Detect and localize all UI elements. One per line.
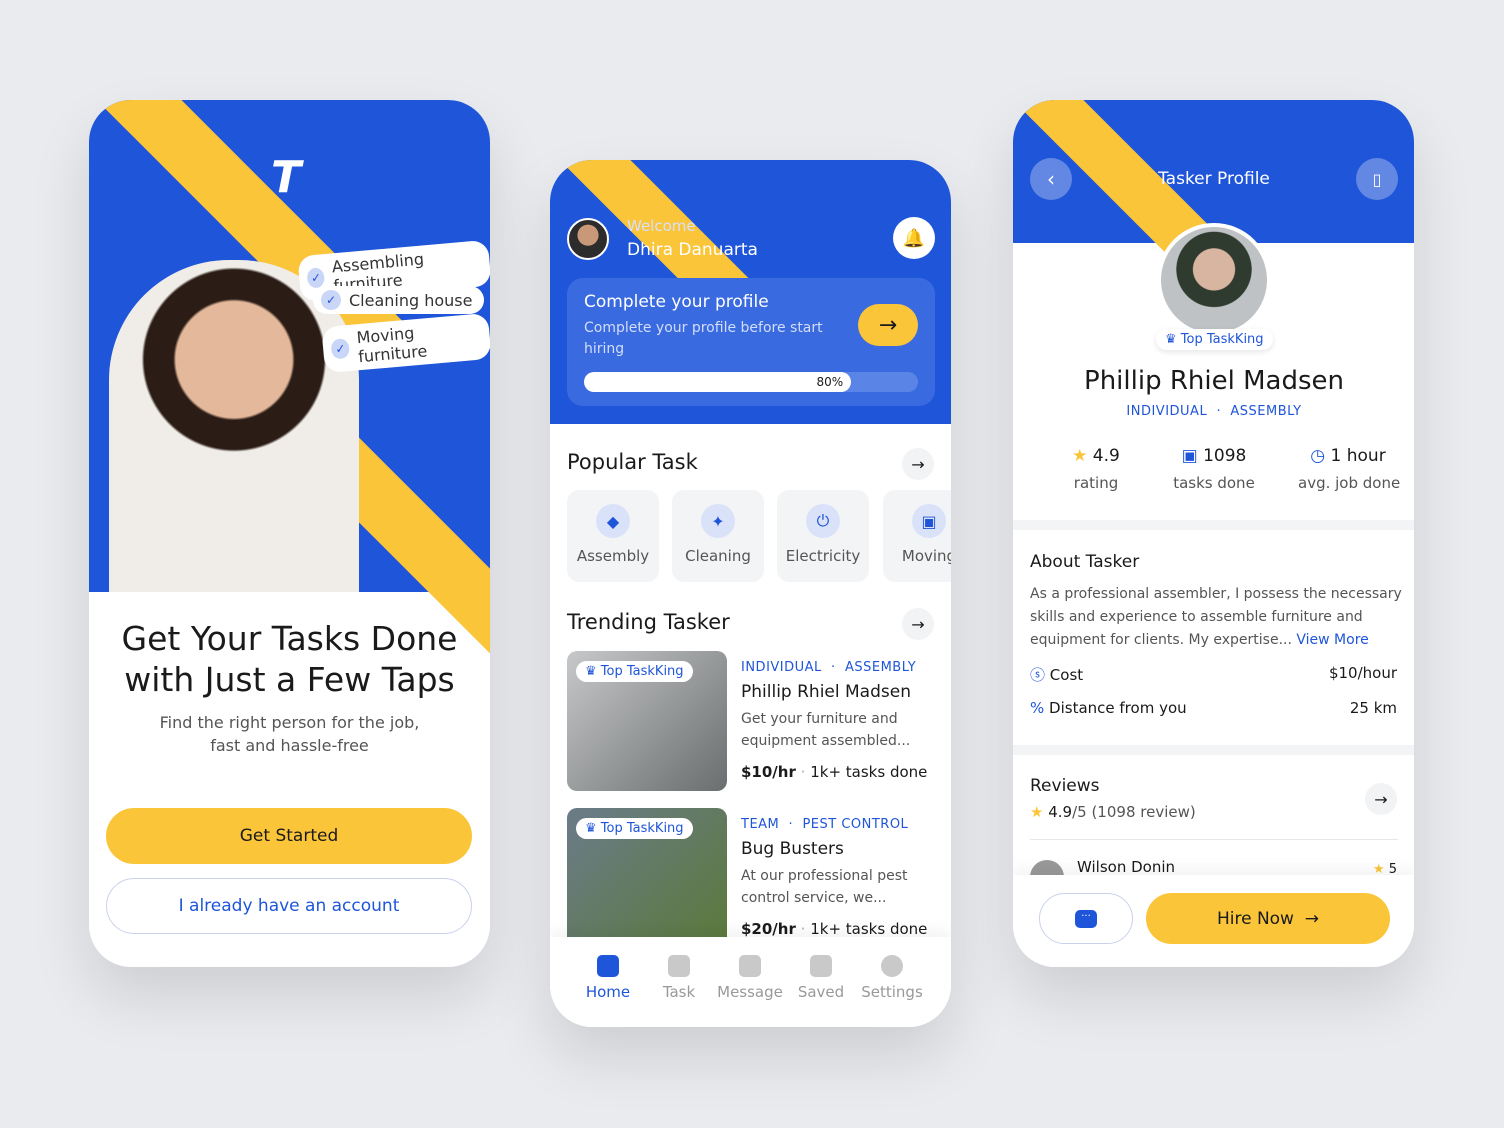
- chat-icon: [739, 955, 761, 977]
- nav-settings[interactable]: Settings: [857, 955, 927, 1001]
- progress-bar: 80%: [584, 372, 918, 392]
- category-assembly[interactable]: ◆ Assembly: [567, 490, 659, 582]
- card-title: Complete your profile: [584, 292, 769, 312]
- dollar-icon: ⓢ: [1030, 666, 1046, 684]
- already-have-account-button[interactable]: I already have an account: [106, 878, 472, 934]
- top-taskking-badge: ♛ Top TaskKing: [576, 661, 693, 682]
- about-text: As a professional assembler, I possess t…: [1030, 586, 1402, 648]
- view-more-link[interactable]: View More: [1296, 632, 1368, 648]
- tasker-name: Bug Busters: [741, 839, 844, 859]
- check-icon: ✓: [306, 267, 326, 289]
- gear-icon: [881, 955, 903, 977]
- bookmark-icon[interactable]: ▯: [1356, 158, 1398, 200]
- popular-task-title: Popular Task: [567, 450, 698, 474]
- user-name: Dhira Danuarta: [627, 240, 758, 260]
- category-moving[interactable]: ▣ Moving: [883, 490, 951, 582]
- tasker-profile-screen: ‹ Tasker Profile ▯ ♛ Top TaskKing Philli…: [1013, 100, 1414, 967]
- bookmark-icon: [810, 955, 832, 977]
- tasker-name: Phillip Rhiel Madsen: [741, 682, 911, 702]
- message-button[interactable]: ···: [1039, 893, 1133, 944]
- reviews-title: Reviews: [1030, 776, 1100, 796]
- avatar[interactable]: [567, 218, 609, 260]
- complete-profile-card[interactable]: Complete your profile Complete your prof…: [567, 278, 935, 406]
- trending-tasker-title: Trending Tasker: [567, 610, 730, 634]
- subtitle: Find the right person for the job, fast a…: [159, 713, 420, 755]
- stat-rating: ★ 4.9 rating: [1072, 446, 1120, 492]
- chat-icon: ···: [1075, 909, 1097, 928]
- top-taskking-badge: ♛ Top TaskKing: [1156, 329, 1273, 350]
- list-icon: [668, 955, 690, 977]
- reviewer-name: Wilson Donin: [1077, 858, 1176, 876]
- bell-icon[interactable]: 🔔: [893, 217, 935, 259]
- stat-tasks: ▣ 1098 tasks done: [1173, 446, 1255, 492]
- nav-home[interactable]: Home: [573, 955, 643, 1001]
- get-started-button[interactable]: Get Started: [106, 808, 472, 864]
- arrow-right-icon[interactable]: →: [902, 448, 934, 480]
- app-logo: T: [271, 152, 302, 203]
- arrow-right-button[interactable]: →: [858, 304, 918, 346]
- plug-icon: ⏻: [806, 504, 840, 538]
- cost-value: $10/hour: [1328, 664, 1397, 682]
- page-title: Get Your Tasks Done with Just a Few Taps: [121, 619, 458, 699]
- welcome-label: Welcome: [627, 217, 696, 235]
- check-icon: ✓: [330, 338, 351, 360]
- home-screen: Welcome Dhira Danuarta 🔔 Complete your p…: [550, 160, 951, 1027]
- arrow-right-icon[interactable]: →: [1365, 783, 1397, 815]
- onboarding-screen: T ✓ Assembling furniture ✓ Cleaning house …: [89, 100, 490, 967]
- progress-fill: 80%: [584, 372, 852, 392]
- header-title: Tasker Profile: [1158, 169, 1270, 189]
- about-title: About Tasker: [1030, 552, 1140, 572]
- nav-saved[interactable]: Saved: [786, 955, 856, 1001]
- hire-now-button[interactable]: Hire Now →: [1146, 893, 1390, 944]
- distance-value: 25 km: [1349, 699, 1397, 717]
- tasker-avatar: [1157, 223, 1271, 337]
- distance-icon: %: [1030, 699, 1045, 717]
- stat-avg-time: ◷ 1 hour avg. job done: [1298, 446, 1401, 492]
- cube-icon: ◆: [596, 504, 630, 538]
- hero-banner: T ✓ Assembling furniture ✓ Cleaning house …: [89, 100, 490, 763]
- card-text: Complete your profile before start hirin…: [584, 320, 823, 357]
- box-icon: ▣: [912, 504, 946, 538]
- check-icon: ✓: [321, 290, 341, 310]
- chip-cleaning: ✓ Cleaning house: [313, 286, 485, 314]
- category-electricity[interactable]: ⏻ Electricity: [777, 490, 869, 582]
- nav-message[interactable]: Message: [715, 955, 785, 1001]
- arrow-right-icon[interactable]: →: [902, 608, 934, 640]
- tasker-name: Phillip Rhiel Madsen: [1084, 366, 1344, 396]
- profile-header: ‹ Tasker Profile ▯: [1013, 100, 1414, 264]
- home-header: Welcome Dhira Danuarta 🔔 Complete your p…: [550, 160, 951, 424]
- home-icon: [597, 955, 619, 977]
- broom-icon: ✦: [701, 504, 735, 538]
- category-cleaning[interactable]: ✦ Cleaning: [672, 490, 764, 582]
- top-taskking-badge: ♛ Top TaskKing: [576, 818, 693, 839]
- nav-task[interactable]: Task: [644, 955, 714, 1001]
